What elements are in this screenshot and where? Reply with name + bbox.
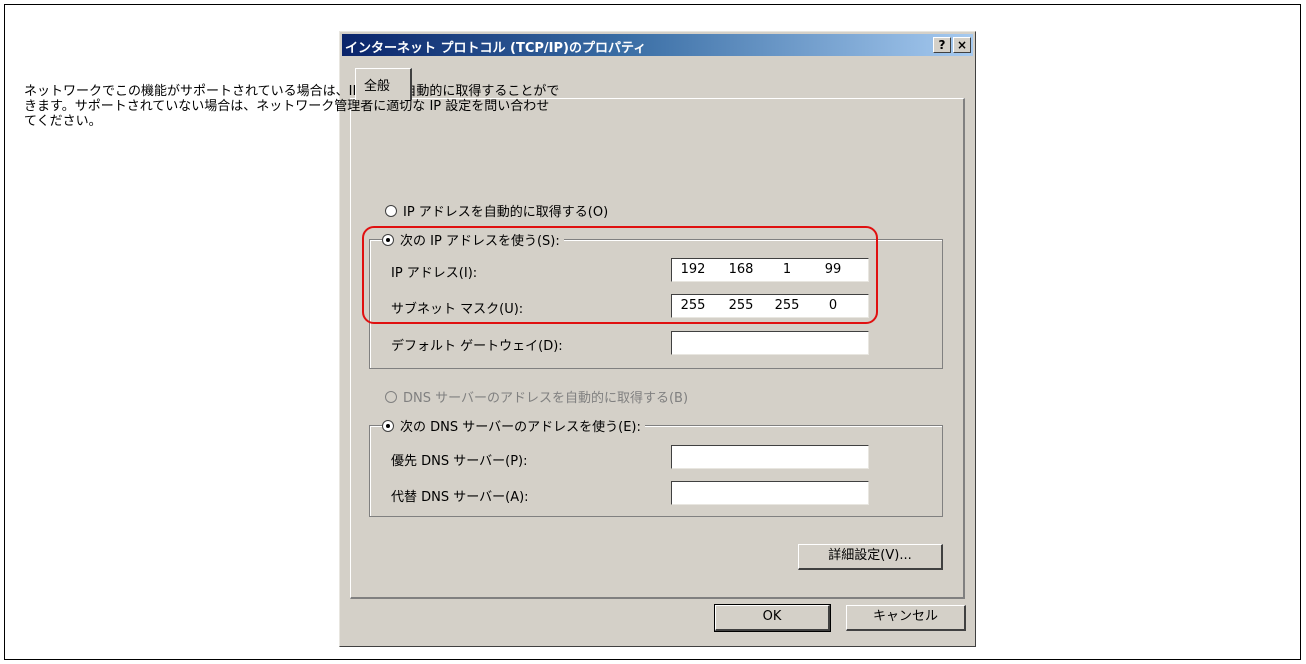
subnet-octet: 255 xyxy=(680,298,706,313)
help-button[interactable]: ? xyxy=(933,37,951,53)
default-gateway-field[interactable] xyxy=(671,331,869,355)
ip-address-label: IP アドレス(I): xyxy=(391,266,478,281)
ok-button[interactable]: OK xyxy=(714,604,831,632)
default-gateway-label: デフォルト ゲートウェイ(D): xyxy=(391,339,563,354)
ip-auto-radio[interactable] xyxy=(385,204,397,217)
tab-general[interactable]: 全般 xyxy=(355,68,412,100)
description-line: ネットワークでこの機能がサポートされている場合は、IP 設定を自動的に取得するこ… xyxy=(24,84,560,99)
ip-auto-label: IP アドレスを自動的に取得する(O) xyxy=(403,205,609,220)
subnet-octet: 255 xyxy=(774,298,800,313)
description-line: てください。 xyxy=(24,114,102,129)
ip-manual-label: 次の IP アドレスを使う(S): xyxy=(400,234,560,249)
ip-octet: 99 xyxy=(824,262,842,277)
ip-address-field[interactable]: 192 168 1 99 xyxy=(671,258,869,282)
cancel-button[interactable]: キャンセル xyxy=(846,605,966,631)
ip-auto-radio-option[interactable]: IP アドレスを自動的に取得する(O) xyxy=(385,201,613,220)
ip-manual-radio-option[interactable]: 次の IP アドレスを使う(S): xyxy=(382,230,564,249)
subnet-octet: 0 xyxy=(828,298,838,313)
dns-auto-radio-option[interactable]: DNS サーバーのアドレスを自動的に取得する(B) xyxy=(385,387,693,406)
subnet-mask-field[interactable]: 255 255 255 0 xyxy=(671,294,869,318)
dns-manual-radio-option[interactable]: 次の DNS サーバーのアドレスを使う(E): xyxy=(382,416,645,435)
dns-manual-radio[interactable] xyxy=(382,419,394,432)
ip-manual-radio[interactable] xyxy=(382,233,394,246)
ip-octet: 192 xyxy=(680,262,706,277)
subnet-octet: 255 xyxy=(728,298,754,313)
preferred-dns-field[interactable] xyxy=(671,445,869,469)
dialog-title: インターネット プロトコル (TCP/IP)のプロパティ xyxy=(345,41,647,56)
dns-auto-label: DNS サーバーのアドレスを自動的に取得する(B) xyxy=(403,391,689,406)
subnet-mask-label: サブネット マスク(U): xyxy=(391,302,524,317)
close-button[interactable]: × xyxy=(953,37,971,53)
preferred-dns-label: 優先 DNS サーバー(P): xyxy=(391,454,528,469)
title-bar[interactable]: インターネット プロトコル (TCP/IP)のプロパティ ? × xyxy=(342,34,973,56)
description-line: きます。サポートされていない場合は、ネットワーク管理者に適切な IP 設定を問い… xyxy=(24,99,550,114)
advanced-settings-button[interactable]: 詳細設定(V)... xyxy=(798,544,943,570)
ip-octet: 168 xyxy=(728,262,754,277)
alternate-dns-field[interactable] xyxy=(671,481,869,505)
alternate-dns-label: 代替 DNS サーバー(A): xyxy=(391,490,529,505)
dns-auto-radio[interactable] xyxy=(385,390,397,403)
description-text: ネットワークでこの機能がサポートされている場合は、IP 設定を自動的に取得するこ… xyxy=(24,84,604,129)
ip-octet: 1 xyxy=(782,262,792,277)
dns-manual-label: 次の DNS サーバーのアドレスを使う(E): xyxy=(400,420,641,435)
